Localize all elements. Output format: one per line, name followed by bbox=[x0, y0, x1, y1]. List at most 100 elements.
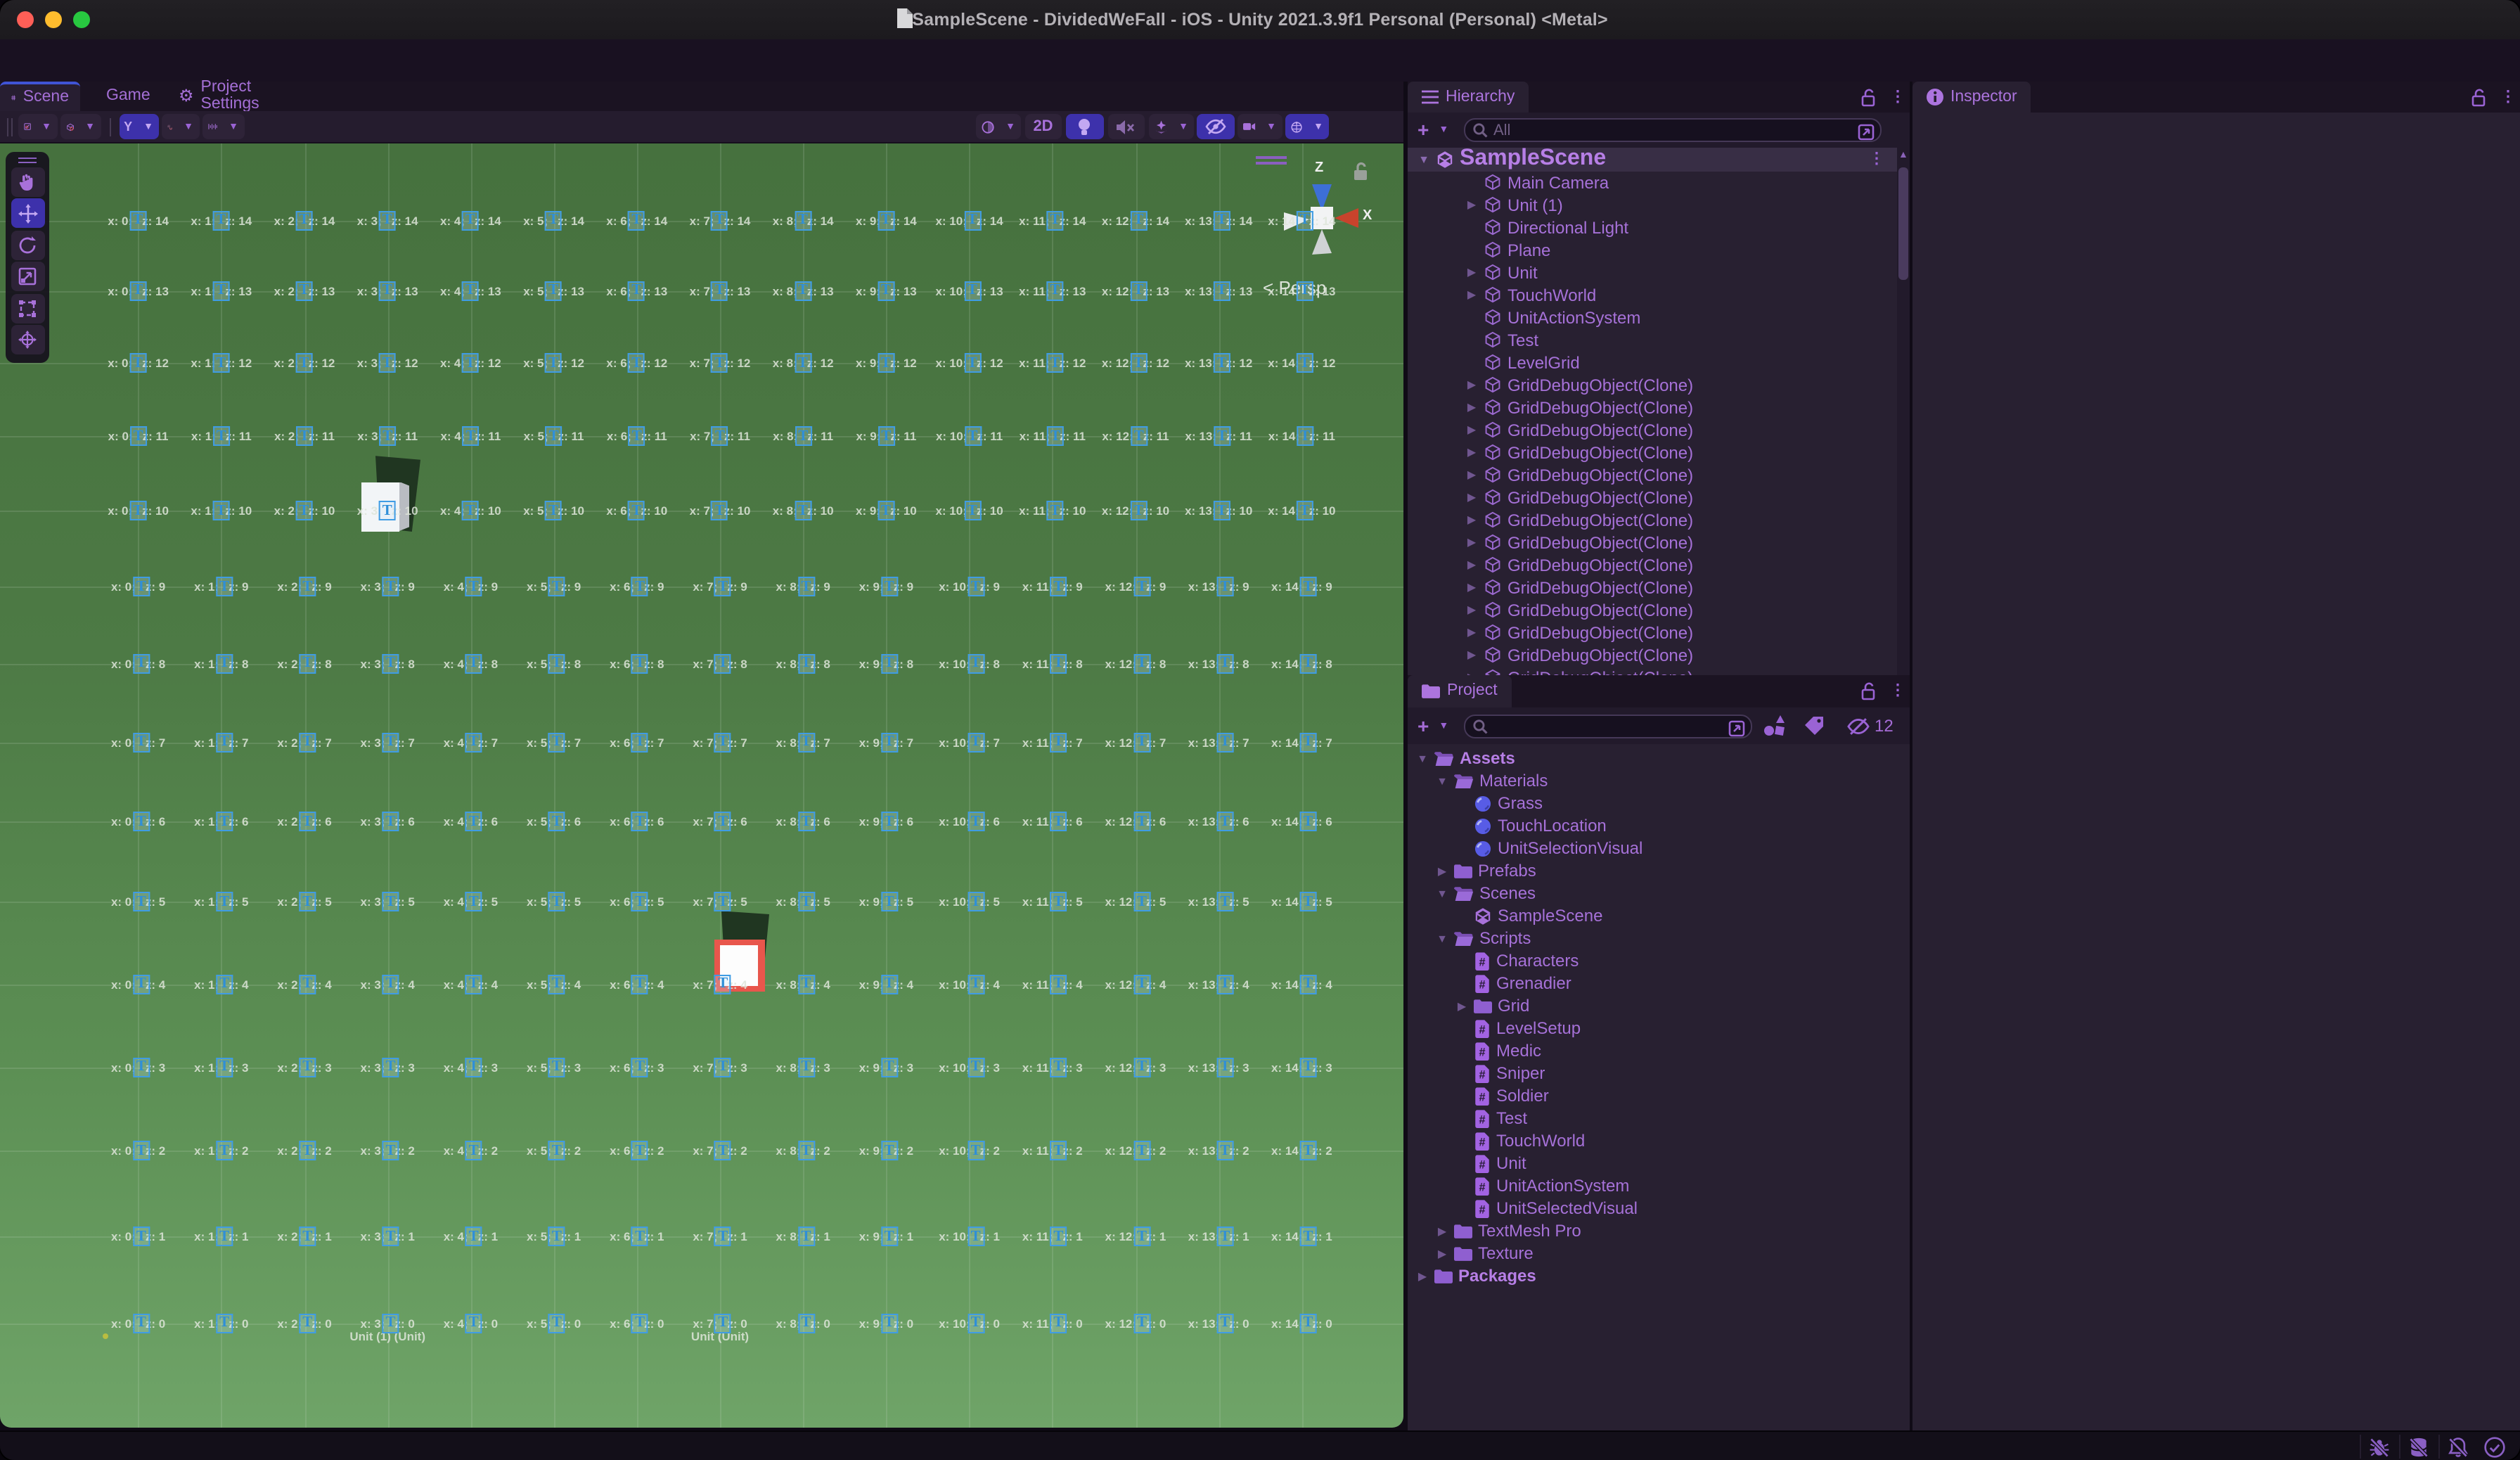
text-gizmo-icon[interactable]: T bbox=[548, 1227, 565, 1247]
text-gizmo-icon[interactable]: T bbox=[299, 577, 316, 597]
text-gizmo-icon[interactable]: T bbox=[132, 1141, 150, 1161]
text-gizmo-icon[interactable]: T bbox=[1133, 1057, 1151, 1077]
text-gizmo-icon[interactable]: T bbox=[548, 892, 565, 912]
text-gizmo-icon[interactable]: T bbox=[797, 812, 815, 832]
hierarchy-search-input[interactable]: All bbox=[1464, 118, 1882, 142]
hierarchy-item[interactable]: ▶ GridDebugObject(Clone) bbox=[1408, 576, 1898, 598]
text-gizmo-icon[interactable]: T bbox=[132, 1227, 150, 1247]
text-gizmo-icon[interactable]: T bbox=[212, 281, 230, 301]
tab-hierarchy[interactable]: Hierarchy bbox=[1408, 81, 1529, 113]
text-gizmo-icon[interactable]: T bbox=[714, 974, 732, 994]
foldout-icon[interactable]: ▶ bbox=[1465, 468, 1478, 481]
kebab-menu-icon[interactable]: ⋮ bbox=[1890, 681, 1905, 699]
text-gizmo-icon[interactable]: T bbox=[129, 353, 147, 373]
text-gizmo-icon[interactable]: T bbox=[382, 1057, 399, 1077]
padlock-icon[interactable] bbox=[1351, 161, 1371, 181]
text-gizmo-icon[interactable]: T bbox=[714, 1227, 732, 1247]
text-gizmo-icon[interactable]: T bbox=[1130, 210, 1148, 230]
tab-project-settings[interactable]: ⚙ Project Settings bbox=[167, 79, 322, 113]
search-by-label-button[interactable] bbox=[1803, 715, 1825, 737]
camera-settings-button[interactable]: ▼ bbox=[1238, 114, 1282, 139]
text-gizmo-icon[interactable]: T bbox=[628, 353, 645, 373]
text-gizmo-icon[interactable]: T bbox=[714, 1141, 732, 1161]
text-gizmo-icon[interactable]: T bbox=[963, 281, 981, 301]
text-gizmo-icon[interactable]: T bbox=[378, 501, 396, 521]
text-gizmo-icon[interactable]: T bbox=[711, 501, 728, 521]
project-item[interactable]: ▶ Texture bbox=[1408, 1242, 1910, 1264]
gizmos-toggle-button[interactable]: ▼ bbox=[1285, 114, 1329, 139]
text-gizmo-icon[interactable]: T bbox=[1213, 281, 1230, 301]
text-gizmo-icon[interactable]: T bbox=[216, 732, 233, 753]
foldout-icon[interactable]: ▶ bbox=[1465, 536, 1478, 549]
rect-tool-button[interactable] bbox=[11, 293, 44, 323]
hierarchy-item[interactable]: ▶ GridDebugObject(Clone) bbox=[1408, 486, 1898, 508]
text-gizmo-icon[interactable]: T bbox=[382, 892, 399, 912]
project-item[interactable]: TouchLocation bbox=[1408, 814, 1910, 837]
hierarchy-item[interactable]: ▶ Unit (1) bbox=[1408, 193, 1898, 216]
unlock-icon[interactable] bbox=[2471, 88, 2488, 106]
text-gizmo-icon[interactable]: T bbox=[216, 812, 233, 832]
text-gizmo-icon[interactable]: T bbox=[545, 210, 562, 230]
text-gizmo-icon[interactable]: T bbox=[1046, 501, 1064, 521]
text-gizmo-icon[interactable]: T bbox=[216, 892, 233, 912]
handle-orientation-button[interactable]: ▼ bbox=[60, 114, 101, 139]
text-gizmo-icon[interactable]: T bbox=[1213, 353, 1230, 373]
transform-tool-button[interactable] bbox=[11, 325, 44, 354]
hierarchy-item[interactable]: ▶ GridDebugObject(Clone) bbox=[1408, 621, 1898, 643]
hand-tool-button[interactable] bbox=[11, 167, 44, 196]
text-gizmo-icon[interactable]: T bbox=[465, 974, 482, 994]
text-gizmo-icon[interactable]: T bbox=[465, 732, 482, 753]
hidden-packages-toggle[interactable]: 12 bbox=[1846, 716, 1894, 736]
text-gizmo-icon[interactable]: T bbox=[631, 892, 649, 912]
text-gizmo-icon[interactable]: T bbox=[299, 892, 316, 912]
text-gizmo-icon[interactable]: T bbox=[1050, 1057, 1067, 1077]
text-gizmo-icon[interactable]: T bbox=[132, 732, 150, 753]
text-gizmo-icon[interactable]: T bbox=[880, 732, 898, 753]
text-gizmo-icon[interactable]: T bbox=[628, 210, 645, 230]
text-gizmo-icon[interactable]: T bbox=[877, 501, 894, 521]
hierarchy-item[interactable]: UnitActionSystem bbox=[1408, 306, 1898, 328]
text-gizmo-icon[interactable]: T bbox=[548, 1141, 565, 1161]
text-gizmo-icon[interactable]: T bbox=[216, 1227, 233, 1247]
hierarchy-item[interactable]: ▶ GridDebugObject(Clone) bbox=[1408, 463, 1898, 486]
scene-viewport[interactable]: Z X < Persp x: 0; Tz: 14 x: 1; Tz: 14 x: 2; T… bbox=[0, 143, 1403, 1428]
text-gizmo-icon[interactable]: T bbox=[1046, 281, 1064, 301]
text-gizmo-icon[interactable]: T bbox=[382, 1141, 399, 1161]
project-item[interactable]: ▶ Prefabs bbox=[1408, 859, 1910, 882]
text-gizmo-icon[interactable]: T bbox=[1133, 1227, 1151, 1247]
text-gizmo-icon[interactable]: T bbox=[299, 812, 316, 832]
text-gizmo-icon[interactable]: T bbox=[299, 1141, 316, 1161]
project-item[interactable]: ▼ Materials bbox=[1408, 769, 1910, 792]
hierarchy-item[interactable]: ▶ GridDebugObject(Clone) bbox=[1408, 643, 1898, 666]
text-gizmo-icon[interactable]: T bbox=[880, 1227, 898, 1247]
scroll-up-icon[interactable]: ▲ bbox=[1898, 151, 1908, 160]
text-gizmo-icon[interactable]: T bbox=[1047, 426, 1065, 447]
text-gizmo-icon[interactable]: T bbox=[132, 892, 150, 912]
text-gizmo-icon[interactable]: T bbox=[465, 1227, 482, 1247]
text-gizmo-icon[interactable]: T bbox=[461, 281, 479, 301]
project-item[interactable]: SampleScene bbox=[1408, 904, 1910, 927]
text-gizmo-icon[interactable]: T bbox=[880, 892, 898, 912]
text-gizmo-icon[interactable]: T bbox=[877, 210, 894, 230]
text-gizmo-icon[interactable]: T bbox=[1216, 732, 1234, 753]
grid-snap-button[interactable]: ▼ bbox=[162, 114, 199, 139]
text-gizmo-icon[interactable]: T bbox=[631, 1227, 649, 1247]
foldout-open-icon[interactable]: ▼ bbox=[1418, 153, 1430, 166]
text-gizmo-icon[interactable]: T bbox=[1133, 812, 1151, 832]
text-gizmo-icon[interactable]: T bbox=[631, 1057, 649, 1077]
text-gizmo-icon[interactable]: T bbox=[1130, 501, 1148, 521]
text-gizmo-icon[interactable]: T bbox=[967, 653, 984, 674]
text-gizmo-icon[interactable]: T bbox=[797, 892, 815, 912]
picker-icon[interactable] bbox=[1858, 123, 1875, 140]
hierarchy-item[interactable]: ▶ GridDebugObject(Clone) bbox=[1408, 441, 1898, 463]
text-gizmo-icon[interactable]: T bbox=[132, 577, 150, 597]
text-gizmo-icon[interactable]: T bbox=[378, 210, 396, 230]
hierarchy-item[interactable]: ▶ GridDebugObject(Clone) bbox=[1408, 598, 1898, 621]
text-gizmo-icon[interactable]: T bbox=[880, 812, 898, 832]
foldout-icon[interactable]: ▼ bbox=[1436, 887, 1448, 899]
debugger-status-button[interactable] bbox=[2368, 1436, 2391, 1459]
text-gizmo-icon[interactable]: T bbox=[797, 1141, 815, 1161]
kebab-menu-icon[interactable]: ⋮ bbox=[1890, 87, 1905, 105]
text-gizmo-icon[interactable]: T bbox=[797, 1057, 815, 1077]
text-gizmo-icon[interactable]: T bbox=[1296, 501, 1313, 521]
